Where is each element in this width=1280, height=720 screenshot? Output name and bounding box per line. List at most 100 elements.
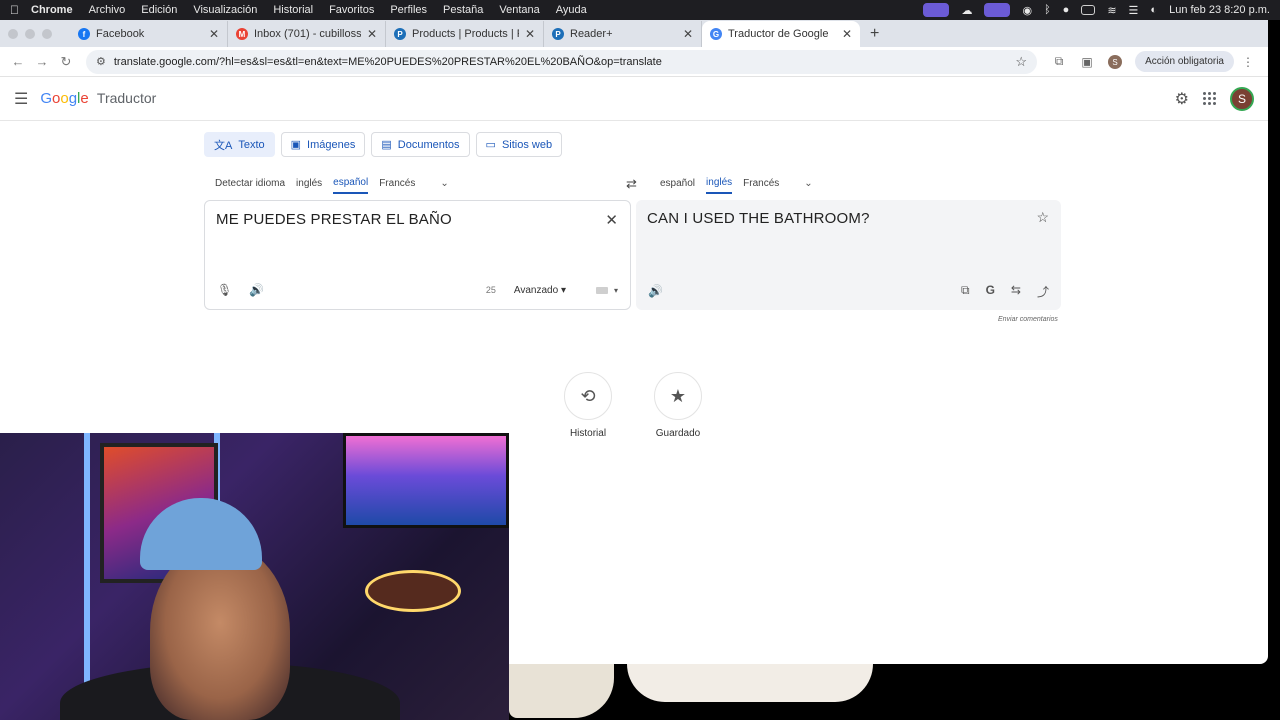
bookmark-star-icon[interactable]: ☆ — [1015, 54, 1027, 70]
user-icon[interactable]: ● — [1063, 4, 1070, 16]
maximize-window-button[interactable] — [42, 29, 52, 39]
new-tab-button[interactable]: + — [860, 21, 889, 47]
chevron-down-icon[interactable]: ▾ — [614, 286, 618, 295]
settings-gear-icon[interactable]: ⚙ — [1175, 89, 1189, 109]
siri-icon[interactable]: ◐ — [1150, 4, 1157, 16]
google-translate-logo[interactable]: Google Traductor — [40, 90, 156, 107]
mode-texto-button[interactable]: 文A Texto — [204, 132, 275, 157]
close-tab-icon[interactable]: ✕ — [209, 27, 219, 41]
swap-languages-icon[interactable]: ⇄ — [626, 176, 637, 192]
saved-shortcut[interactable]: ★ Guardado — [648, 372, 708, 439]
pearson-icon: P — [552, 28, 564, 40]
speaker-icon[interactable]: 🔊 — [648, 284, 680, 298]
url-text[interactable]: translate.google.com/?hl=es&sl=es&tl=en&… — [114, 56, 1016, 68]
mode-documentos-button[interactable]: ▤ Documentos — [371, 132, 470, 157]
address-bar[interactable]: ⚙ translate.google.com/?hl=es&sl=es&tl=e… — [86, 49, 1038, 74]
tab-pearson-products[interactable]: P Products | Products | Pearson ✕ — [386, 21, 544, 47]
bluetooth-icon[interactable]: ᛒ — [1044, 4, 1051, 16]
chevron-down-icon[interactable]: ⌄ — [804, 178, 812, 189]
tab-title: Facebook — [96, 28, 145, 40]
history-icon: ⟲ — [564, 372, 612, 420]
advanced-dropdown[interactable]: Avanzado ▾ — [514, 285, 566, 296]
share-icon[interactable]: ⤴ — [1037, 283, 1049, 300]
tab-title: Inbox (701) - cubillossteeven — [254, 28, 361, 40]
menu-archivo[interactable]: Archivo — [89, 4, 126, 16]
keyboard-icon[interactable] — [595, 286, 608, 294]
tab-facebook[interactable]: f Facebook ✕ — [70, 21, 228, 47]
lang-espanol-selected[interactable]: español — [333, 173, 369, 194]
source-text-panel[interactable]: ME PUEDES PRESTAR EL BAÑO ✕ 🎙 🔊 25 Avanz… — [204, 200, 631, 310]
minimize-window-button[interactable] — [25, 29, 35, 39]
save-translation-star-icon[interactable]: ☆ — [1036, 209, 1049, 226]
translate-icon: G — [710, 28, 722, 40]
product-name: Traductor — [96, 90, 157, 106]
menu-favoritos[interactable]: Favoritos — [329, 4, 374, 16]
profile-button[interactable]: S — [1101, 54, 1129, 70]
google-search-icon[interactable]: G — [986, 283, 995, 300]
lang-espanol[interactable]: español — [660, 174, 695, 193]
close-tab-icon[interactable]: ✕ — [842, 27, 852, 41]
microphone-icon[interactable]: 🎙 — [217, 283, 249, 297]
lang-ingles[interactable]: inglés — [296, 174, 322, 193]
close-tab-icon[interactable]: ✕ — [367, 27, 377, 41]
clock[interactable]: Lun feb 23 8:20 p.m. — [1169, 4, 1270, 16]
menu-historial[interactable]: Historial — [273, 4, 313, 16]
reload-icon[interactable]: ↻ — [54, 54, 78, 70]
source-text[interactable]: ME PUEDES PRESTAR EL BAÑO — [216, 211, 452, 228]
account-avatar[interactable]: S — [1230, 86, 1254, 111]
wifi-icon[interactable]: ≋ — [1107, 4, 1116, 17]
chevron-down-icon[interactable]: ⌄ — [440, 178, 448, 189]
menu-ayuda[interactable]: Ayuda — [556, 4, 587, 16]
tab-strip: f Facebook ✕ M Inbox (701) - cubillosste… — [0, 20, 1268, 47]
history-shortcut[interactable]: ⟲ Historial — [558, 372, 618, 439]
tab-gmail[interactable]: M Inbox (701) - cubillossteeven ✕ — [228, 21, 386, 47]
tab-reader-plus[interactable]: P Reader+ ✕ — [544, 21, 702, 47]
apple-icon[interactable]:  — [10, 3, 19, 17]
record-icon[interactable]: ◉ — [1022, 4, 1032, 17]
close-window-button[interactable] — [8, 29, 18, 39]
control-center-icon[interactable]: ☰ — [1129, 4, 1139, 17]
tab-google-translate[interactable]: G Traductor de Google ✕ — [702, 21, 860, 47]
forward-icon[interactable]: → — [30, 54, 54, 69]
facebook-icon: f — [78, 28, 90, 40]
speaker-icon[interactable]: 🔊 — [249, 283, 281, 297]
lang-frances[interactable]: Francés — [379, 174, 415, 193]
copy-icon[interactable]: ⧉ — [961, 283, 970, 300]
lang-frances[interactable]: Francés — [743, 174, 779, 193]
close-tab-icon[interactable]: ✕ — [525, 27, 535, 41]
menu-perfiles[interactable]: Perfiles — [390, 4, 427, 16]
target-language-bar: español inglés Francés ⌄ — [660, 172, 813, 194]
profile-avatar: S — [1108, 55, 1123, 70]
menu-ventana[interactable]: Ventana — [499, 4, 539, 16]
lang-ingles-selected[interactable]: inglés — [706, 173, 733, 194]
site-info-icon[interactable]: ⚙ — [96, 55, 106, 68]
mode-imagenes-button[interactable]: ▣ Imágenes — [280, 132, 366, 157]
menu-pestana[interactable]: Pestaña — [443, 4, 483, 16]
google-apps-icon[interactable] — [1203, 92, 1216, 105]
close-tab-icon[interactable]: ✕ — [683, 27, 693, 41]
webcam-overlay — [0, 433, 509, 720]
clear-text-icon[interactable]: ✕ — [605, 211, 618, 229]
history-label: Historial — [569, 428, 607, 439]
back-icon[interactable]: ← — [6, 54, 30, 69]
mode-sitios-web-button[interactable]: ▭ Sitios web — [475, 132, 563, 157]
menu-visualizacion[interactable]: Visualización — [193, 4, 257, 16]
lang-detect[interactable]: Detectar idioma — [215, 174, 285, 193]
screen-record-icon[interactable] — [923, 3, 950, 17]
send-feedback-link[interactable]: Enviar comentarios — [998, 316, 1058, 323]
side-panel-icon[interactable]: ▣ — [1073, 55, 1101, 69]
menu-edicion[interactable]: Edición — [141, 4, 177, 16]
stage-manager-icon[interactable] — [984, 3, 1011, 17]
cloud-icon[interactable]: ☁ — [961, 4, 972, 17]
character-count: 25 — [485, 285, 496, 295]
extensions-icon[interactable]: ⧉ — [1045, 54, 1073, 69]
accion-obligatoria-button[interactable]: Acción obligatoria — [1135, 51, 1234, 72]
battery-icon[interactable] — [1081, 5, 1096, 15]
main-menu-icon[interactable]: ☰ — [14, 89, 28, 109]
translate-header: ☰ Google Traductor ⚙ S — [0, 77, 1268, 121]
more-menu-icon[interactable]: ⋮ — [1234, 55, 1262, 69]
tab-title: Reader+ — [570, 28, 613, 40]
source-toolbar: 🎙 🔊 25 Avanzado ▾ ▾ — [205, 281, 630, 299]
menu-app-name[interactable]: Chrome — [31, 4, 73, 16]
rate-translation-icon[interactable]: ⇆ — [1011, 283, 1021, 300]
